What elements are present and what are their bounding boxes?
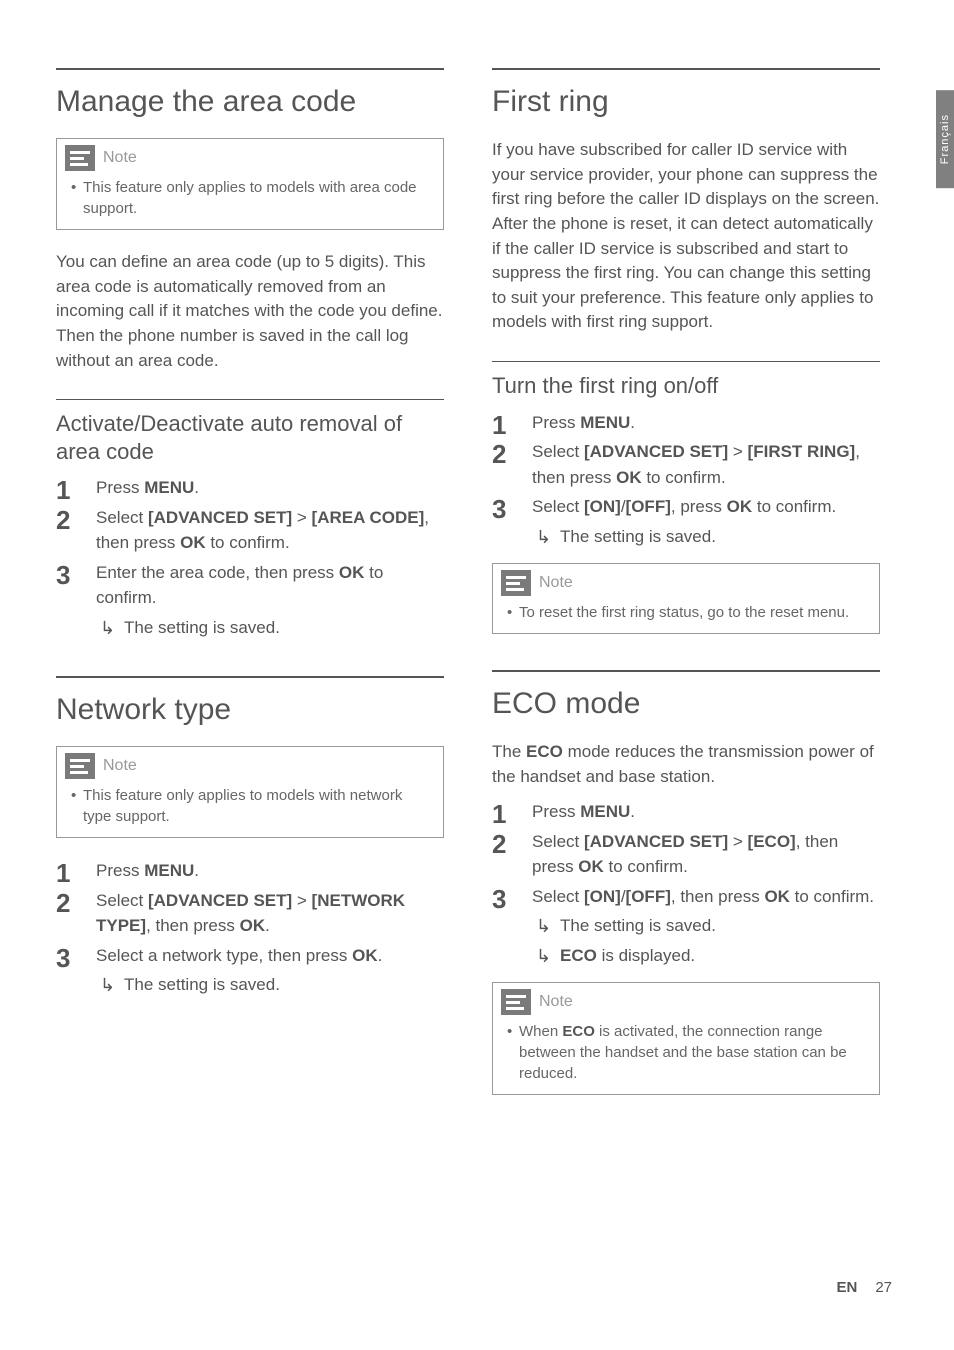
note-header: Note — [57, 747, 443, 779]
step-result: The setting is saved. — [96, 615, 444, 641]
step-2: Select [ADVANCED SET] > [ECO], then pres… — [492, 829, 880, 880]
subheading-turn-first-ring: Turn the first ring on/off — [492, 372, 880, 400]
note-item: This feature only applies to models with… — [83, 785, 429, 827]
footer-lang: EN — [836, 1279, 857, 1296]
heading-eco-mode: ECO mode — [492, 686, 880, 722]
note-header: Note — [57, 139, 443, 171]
section-rule — [492, 670, 880, 672]
steps-list: Press MENU. Select [ADVANCED SET] > [FIR… — [492, 410, 880, 550]
steps-list: Press MENU. Select [ADVANCED SET] > [ARE… — [56, 475, 444, 640]
section-rule — [492, 68, 880, 70]
step-1: Press MENU. — [492, 799, 880, 825]
step-2: Select [ADVANCED SET] > [FIRST RING], th… — [492, 439, 880, 490]
step-1: Press MENU. — [56, 475, 444, 501]
note-box: Note This feature only applies to models… — [56, 138, 444, 230]
step-result: The setting is saved. — [532, 913, 880, 939]
page-footer: EN 27 — [836, 1279, 892, 1296]
step-1: Press MENU. — [56, 858, 444, 884]
note-icon — [65, 145, 95, 171]
note-label: Note — [103, 757, 137, 775]
section-rule — [56, 676, 444, 678]
step-3: Select [ON]/[OFF], then press OK to conf… — [492, 884, 880, 969]
heading-network-type: Network type — [56, 692, 444, 728]
note-item: To reset the first ring status, go to th… — [519, 602, 865, 623]
step-result: The setting is saved. — [532, 524, 880, 550]
steps-list: Press MENU. Select [ADVANCED SET] > [NET… — [56, 858, 444, 998]
step-result: The setting is saved. — [96, 972, 444, 998]
section-network-type: Network type Note This feature only appl… — [56, 676, 444, 998]
note-icon — [501, 570, 531, 596]
body-text: You can define an area code (up to 5 dig… — [56, 250, 444, 373]
subsection-rule — [492, 361, 880, 362]
step-result: ECO is displayed. — [532, 943, 880, 969]
language-tab: Français — [936, 90, 954, 188]
subsection-rule — [56, 399, 444, 400]
section-manage-area-code: Manage the area code Note This feature o… — [56, 68, 444, 640]
content-columns: Manage the area code Note This feature o… — [56, 68, 898, 1131]
note-label: Note — [103, 149, 137, 167]
page: Français Manage the area code Note This … — [0, 0, 954, 1350]
heading-manage-area-code: Manage the area code — [56, 84, 444, 120]
step-3: Select a network type, then press OK. Th… — [56, 943, 444, 998]
note-icon — [501, 989, 531, 1015]
note-header: Note — [493, 983, 879, 1015]
step-2: Select [ADVANCED SET] > [AREA CODE], the… — [56, 505, 444, 556]
note-label: Note — [539, 993, 573, 1011]
right-column: First ring If you have subscribed for ca… — [492, 68, 880, 1131]
body-text: The ECO mode reduces the transmission po… — [492, 740, 880, 789]
section-rule — [56, 68, 444, 70]
note-box: Note This feature only applies to models… — [56, 746, 444, 838]
left-column: Manage the area code Note This feature o… — [56, 68, 444, 1131]
step-3: Enter the area code, then press OK to co… — [56, 560, 444, 641]
body-text: If you have subscribed for caller ID ser… — [492, 138, 880, 335]
note-header: Note — [493, 564, 879, 596]
note-item: When ECO is activated, the connection ra… — [519, 1021, 865, 1084]
note-box: Note When ECO is activated, the connecti… — [492, 982, 880, 1095]
step-1: Press MENU. — [492, 410, 880, 436]
steps-list: Press MENU. Select [ADVANCED SET] > [ECO… — [492, 799, 880, 968]
step-2: Select [ADVANCED SET] > [NETWORK TYPE], … — [56, 888, 444, 939]
step-3: Select [ON]/[OFF], press OK to confirm. … — [492, 494, 880, 549]
heading-first-ring: First ring — [492, 84, 880, 120]
note-icon — [65, 753, 95, 779]
footer-page-number: 27 — [875, 1279, 892, 1296]
subheading-activate-deactivate: Activate/Deactivate auto removal of area… — [56, 410, 444, 465]
section-eco-mode: ECO mode The ECO mode reduces the transm… — [492, 670, 880, 1095]
note-label: Note — [539, 574, 573, 592]
note-box: Note To reset the first ring status, go … — [492, 563, 880, 634]
note-item: This feature only applies to models with… — [83, 177, 429, 219]
section-first-ring: First ring If you have subscribed for ca… — [492, 68, 880, 634]
